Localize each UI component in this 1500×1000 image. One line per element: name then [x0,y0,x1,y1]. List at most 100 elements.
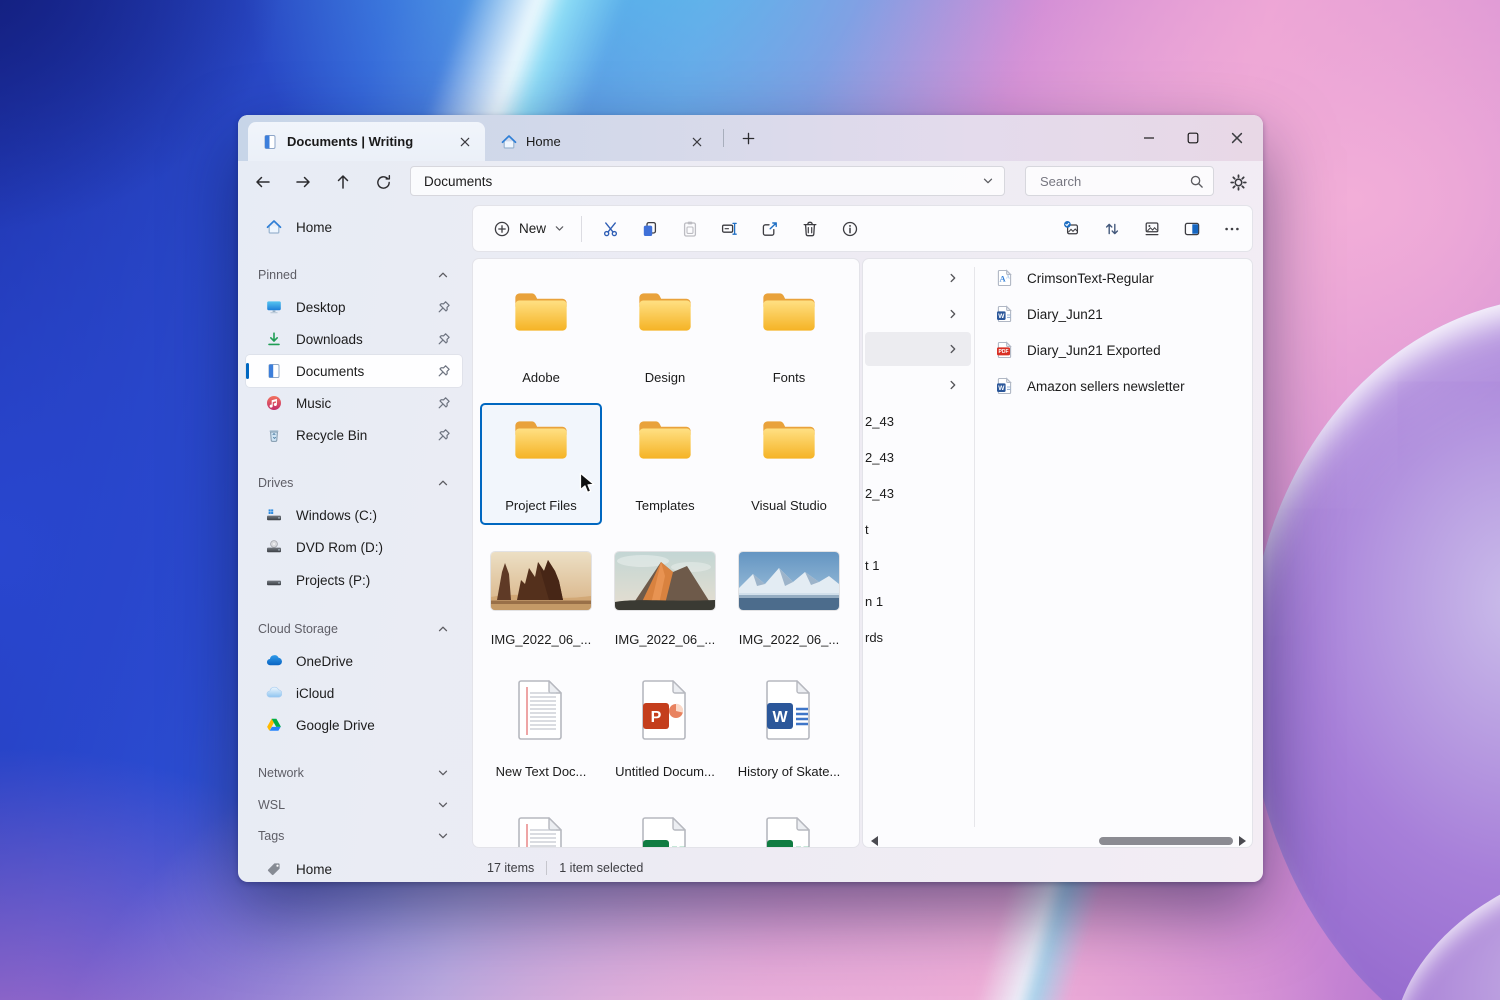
file-item-diary-jun21-exported[interactable]: Diary_Jun21 Exported [996,333,1246,367]
truncated-file-label[interactable]: rds [865,628,883,648]
expandable-row[interactable] [865,297,971,331]
folder-icon [760,289,818,335]
document-item-partial-excel-1[interactable] [613,809,717,848]
sidebar-item-windows-c[interactable]: Windows (C:) [246,499,462,531]
close-tab-icon[interactable] [685,130,709,154]
sidebar-item-dvd-d[interactable]: DVD Rom (D:) [246,531,462,563]
sidebar-item-downloads[interactable]: Downloads [246,323,462,355]
horizontal-scrollbar-thumb[interactable] [1099,837,1233,845]
truncated-file-label[interactable]: n 1 [865,592,883,612]
document-item-text[interactable]: New Text Doc... [489,672,593,782]
folder-item-project-files[interactable]: Project Files [489,403,593,525]
image-item-2[interactable]: IMG_2022_06_... [613,546,717,656]
expandable-row-highlighted[interactable] [865,332,971,366]
truncated-file-label[interactable]: 2_43 [865,484,894,504]
tab-documents-writing[interactable]: Documents | Writing [248,122,485,161]
cut-button[interactable] [590,211,630,247]
image-item-1[interactable]: IMG_2022_06_... [489,546,593,656]
share-button[interactable] [750,211,790,247]
scroll-left-arrow[interactable] [871,836,878,846]
folder-item-fonts[interactable]: Fonts [737,285,841,397]
sidebar-item-recycle-bin[interactable]: Recycle Bin [246,419,462,451]
maximize-button[interactable] [1171,118,1215,158]
more-options-button[interactable] [1212,211,1252,247]
file-label: Amazon sellers newsletter [1027,379,1185,394]
section-header-cloud-storage[interactable]: Cloud Storage [258,616,458,642]
image-thumbnail [739,552,839,610]
sidebar-item-home[interactable]: Home [246,211,462,243]
chevron-up-icon[interactable] [437,269,449,281]
section-header-tags[interactable]: Tags [258,823,458,849]
sidebar-item-icloud[interactable]: iCloud [246,677,462,709]
truncated-file-label[interactable]: t [865,520,869,540]
chevron-right-icon[interactable] [947,308,959,320]
pin-icon[interactable] [437,428,451,442]
section-header-wsl[interactable]: WSL [258,792,458,818]
document-item-partial-excel-2[interactable] [737,809,841,848]
sidebar-item-documents[interactable]: Documents [246,355,462,387]
image-item-3[interactable]: IMG_2022_06_... [737,546,841,656]
document-icon [262,134,278,150]
up-button[interactable] [328,167,358,197]
pin-icon[interactable] [437,332,451,346]
truncated-file-label[interactable]: 2_43 [865,448,894,468]
file-item-crimsontext[interactable]: CrimsonText-Regular [996,261,1246,295]
document-item-partial-text[interactable] [489,809,593,848]
folder-item-templates[interactable]: Templates [613,403,717,525]
tab-home[interactable]: Home [487,122,717,161]
file-item-diary-jun21[interactable]: Diary_Jun21 [996,297,1246,331]
back-button[interactable] [248,167,278,197]
sidebar-item-projects-p[interactable]: Projects (P:) [246,564,462,596]
copy-button[interactable] [630,211,670,247]
truncated-file-label[interactable]: t 1 [865,556,879,576]
expandable-row[interactable] [865,261,971,295]
sidebar-item-tag-home[interactable]: Home [246,853,462,882]
sidebar-item-music[interactable]: Music [246,387,462,419]
address-bar[interactable]: Documents [410,166,1005,196]
chevron-right-icon[interactable] [947,343,959,355]
folder-item-visual-studio[interactable]: Visual Studio [737,403,841,525]
chevron-down-icon[interactable] [437,767,449,779]
details-pane-button[interactable] [1172,211,1212,247]
document-item-powerpoint[interactable]: Untitled Docum... [613,672,717,782]
sort-button[interactable] [1092,211,1132,247]
properties-button[interactable] [830,211,870,247]
expandable-row[interactable] [865,368,971,402]
scroll-right-arrow[interactable] [1239,836,1246,846]
pin-icon[interactable] [437,396,451,410]
document-item-word[interactable]: History of Skate... [737,672,841,782]
section-header-pinned[interactable]: Pinned [258,262,458,288]
search-bar[interactable] [1025,166,1214,196]
section-header-network[interactable]: Network [258,760,458,786]
pin-icon[interactable] [437,300,451,314]
sidebar-item-google-drive[interactable]: Google Drive [246,709,462,741]
search-input[interactable] [1038,173,1189,190]
chevron-up-icon[interactable] [437,477,449,489]
chevron-right-icon[interactable] [947,379,959,391]
sidebar-item-desktop[interactable]: Desktop [246,291,462,323]
new-button[interactable]: New [487,211,571,247]
forward-button[interactable] [288,167,318,197]
pin-icon[interactable] [437,364,451,378]
refresh-button[interactable] [368,167,398,197]
chevron-down-icon[interactable] [437,799,449,811]
folder-item-design[interactable]: Design [613,285,717,397]
rename-button[interactable] [710,211,750,247]
chevron-down-icon[interactable] [437,830,449,842]
chevron-up-icon[interactable] [437,623,449,635]
close-button[interactable] [1215,118,1259,158]
chevron-down-icon[interactable] [982,175,994,187]
sidebar-item-onedrive[interactable]: OneDrive [246,645,462,677]
folder-item-adobe[interactable]: Adobe [489,285,593,397]
section-header-drives[interactable]: Drives [258,470,458,496]
minimize-button[interactable] [1127,118,1171,158]
file-item-amazon-sellers-newsletter[interactable]: Amazon sellers newsletter [996,369,1246,403]
delete-button[interactable] [790,211,830,247]
close-tab-icon[interactable] [453,130,477,154]
chevron-right-icon[interactable] [947,272,959,284]
select-all-button[interactable] [1052,211,1092,247]
new-tab-button[interactable] [734,124,762,152]
settings-button[interactable] [1223,167,1253,197]
truncated-file-label[interactable]: 2_43 [865,412,894,432]
view-button[interactable] [1132,211,1172,247]
